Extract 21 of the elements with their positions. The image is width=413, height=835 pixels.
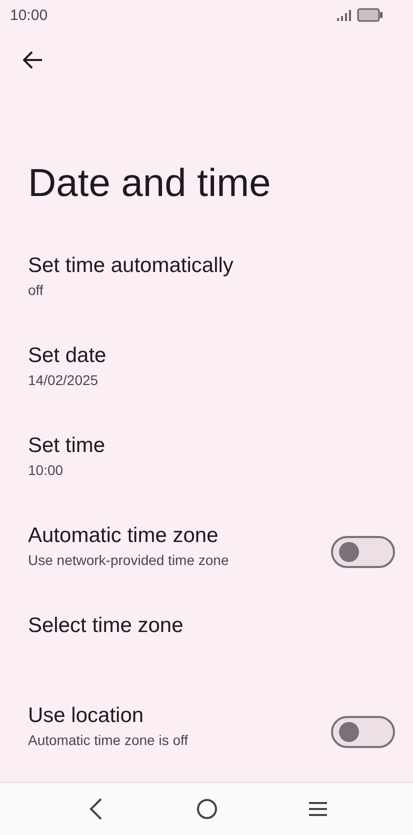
page-title: Date and time <box>28 162 272 206</box>
setting-title[interactable]: Set time <box>28 434 106 458</box>
toggle-switch[interactable] <box>331 716 395 748</box>
setting-title[interactable]: Select time zone <box>28 614 184 638</box>
toggle-switch[interactable] <box>331 536 395 568</box>
setting-title[interactable]: Automatic time zone <box>28 524 229 548</box>
setting-summary: off <box>28 282 44 298</box>
back-arrow-icon[interactable] <box>23 51 43 69</box>
setting-summary: 14/02/2025 <box>28 372 100 388</box>
setting-summary: Automatic time zone is off <box>28 732 188 748</box>
menu-icon[interactable] <box>308 801 328 817</box>
setting-summary: Use network-provided time zone <box>28 552 229 568</box>
battery-icon <box>357 8 383 22</box>
back-chevron-icon[interactable] <box>88 797 102 821</box>
setting-summary: 10:00 <box>28 462 64 478</box>
home-circle-icon[interactable] <box>196 798 218 820</box>
status-time: 10:00 <box>10 6 48 24</box>
setting-title[interactable]: Use location <box>28 704 188 728</box>
setting-title[interactable]: Set date <box>28 344 106 368</box>
setting-title[interactable]: Set time automatically <box>28 254 234 278</box>
signal-icon <box>337 10 351 20</box>
